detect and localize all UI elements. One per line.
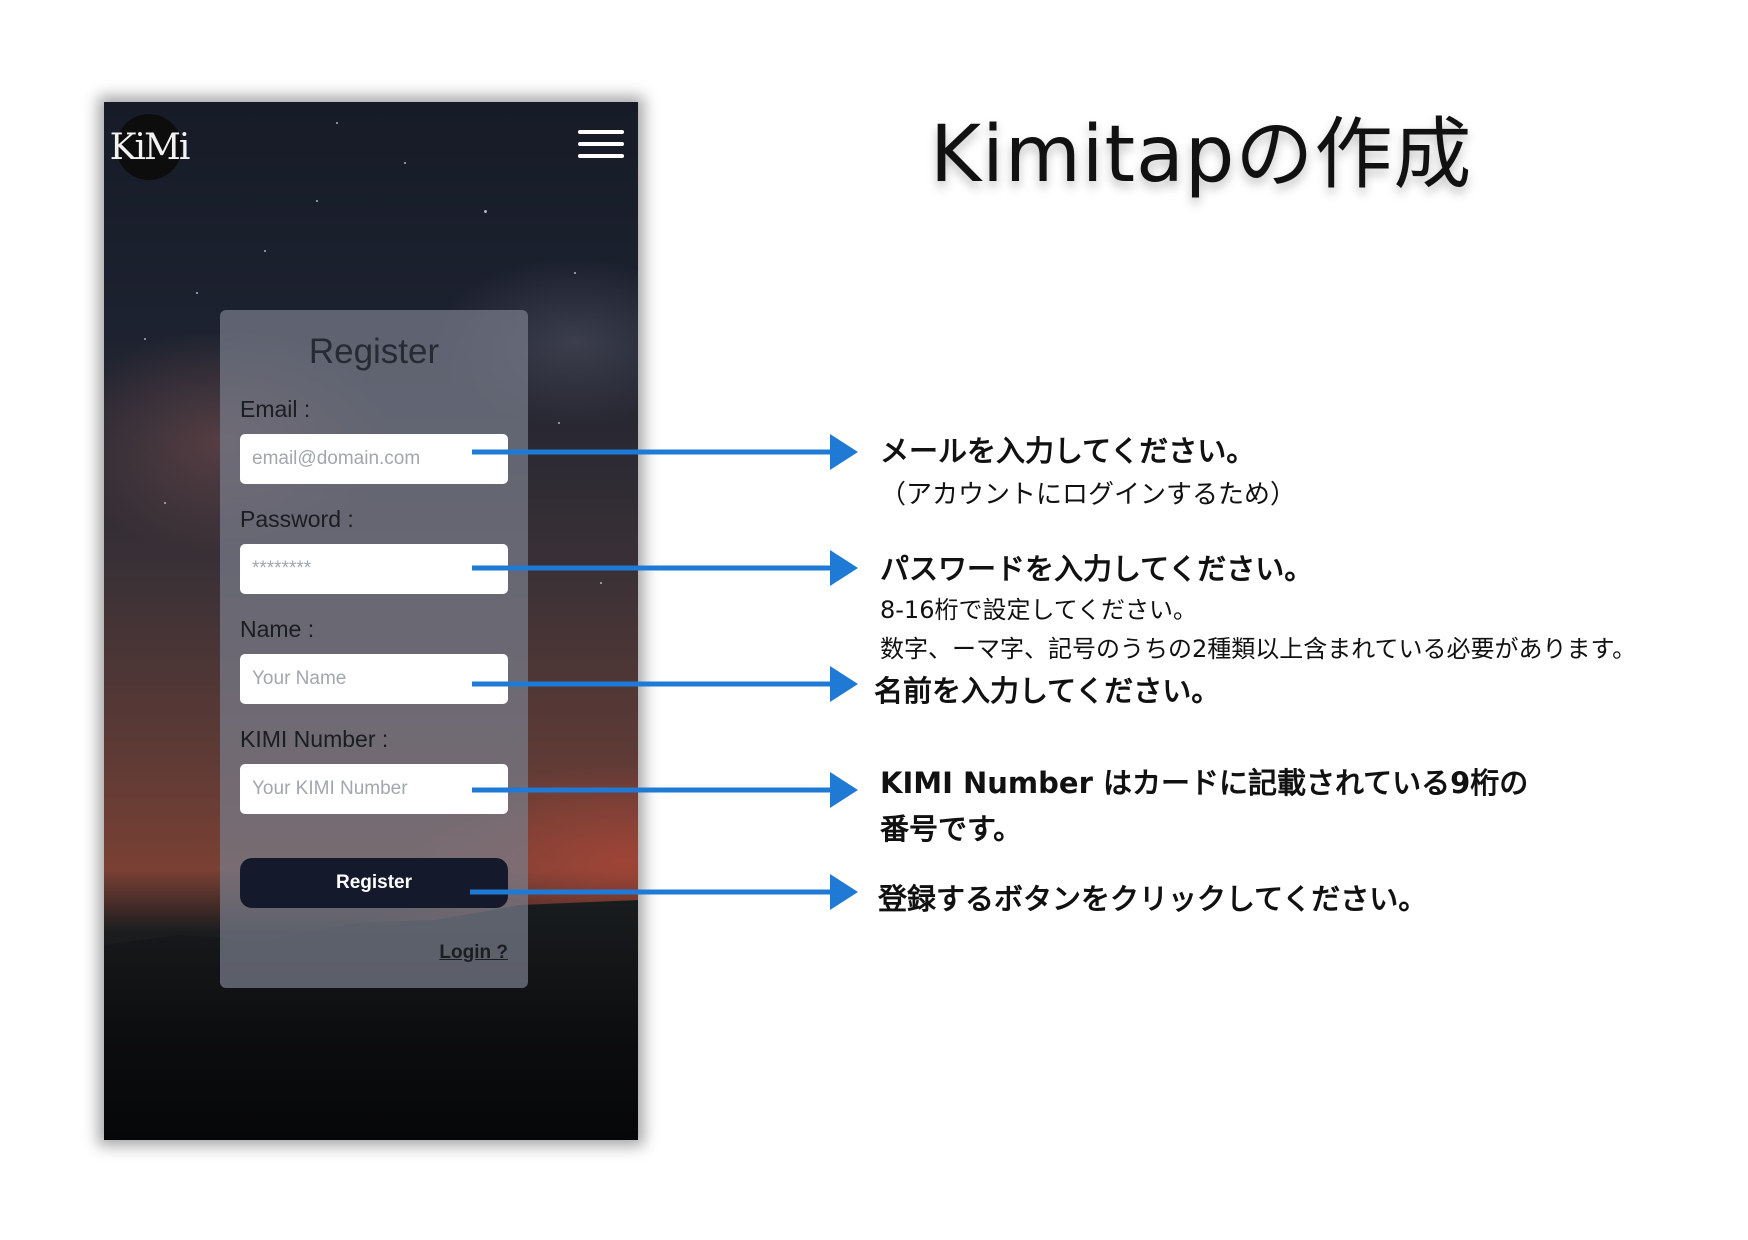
name-label: Name : xyxy=(240,616,315,642)
phone-screenshot: KiMi Register Email : Password : Name : … xyxy=(104,102,638,1140)
login-link[interactable]: Login ? xyxy=(439,942,508,964)
kimi-number-annotation-line2: 番号です。 xyxy=(880,812,1023,846)
name-annotation: 名前を入力してください。 xyxy=(874,668,1220,710)
kimi-number-label: KIMI Number : xyxy=(240,726,389,752)
password-input[interactable] xyxy=(240,544,508,594)
kimi-number-input[interactable] xyxy=(240,764,508,814)
register-annotation: 登録するボタンをクリックしてください。 xyxy=(878,876,1427,918)
name-annotation-title: 名前を入力してください。 xyxy=(874,674,1221,708)
password-annotation-title: パスワードを入力してください。 xyxy=(880,552,1314,586)
name-input[interactable] xyxy=(240,654,508,704)
kimi-number-annotation: KIMI Number はカードに記載されている9桁の 番号です。 xyxy=(880,760,1528,848)
email-label: Email : xyxy=(240,396,311,422)
email-annotation: メールを入力してください。 （アカウントにログインするため） xyxy=(880,428,1296,511)
password-annotation: パスワードを入力してください。 8-16桁で設定してください。 数字、ーマ字、記… xyxy=(880,546,1636,664)
email-input[interactable] xyxy=(240,434,508,484)
email-annotation-note: （アカウントにログインするため） xyxy=(880,480,1297,510)
hamburger-menu-icon[interactable] xyxy=(578,130,624,158)
register-button[interactable]: Register xyxy=(240,858,508,908)
page-title: Kimitapの作成 xyxy=(930,110,1473,200)
register-title: Register xyxy=(308,332,440,371)
kimi-logo[interactable]: KiMi xyxy=(110,114,190,180)
password-annotation-rule2: 数字、ーマ字、記号のうちの2種類以上含まれている必要があります。 xyxy=(880,635,1637,663)
register-card: Register Email : Password : Name : KIMI … xyxy=(220,310,528,988)
register-annotation-title: 登録するボタンをクリックしてください。 xyxy=(878,882,1428,916)
password-annotation-rule1: 8-16桁で設定してください。 xyxy=(880,596,1198,624)
kimi-number-annotation-line1: KIMI Number はカードに記載されている9桁の xyxy=(880,766,1529,800)
password-label: Password : xyxy=(240,506,354,532)
email-annotation-title: メールを入力してください。 xyxy=(880,434,1256,468)
